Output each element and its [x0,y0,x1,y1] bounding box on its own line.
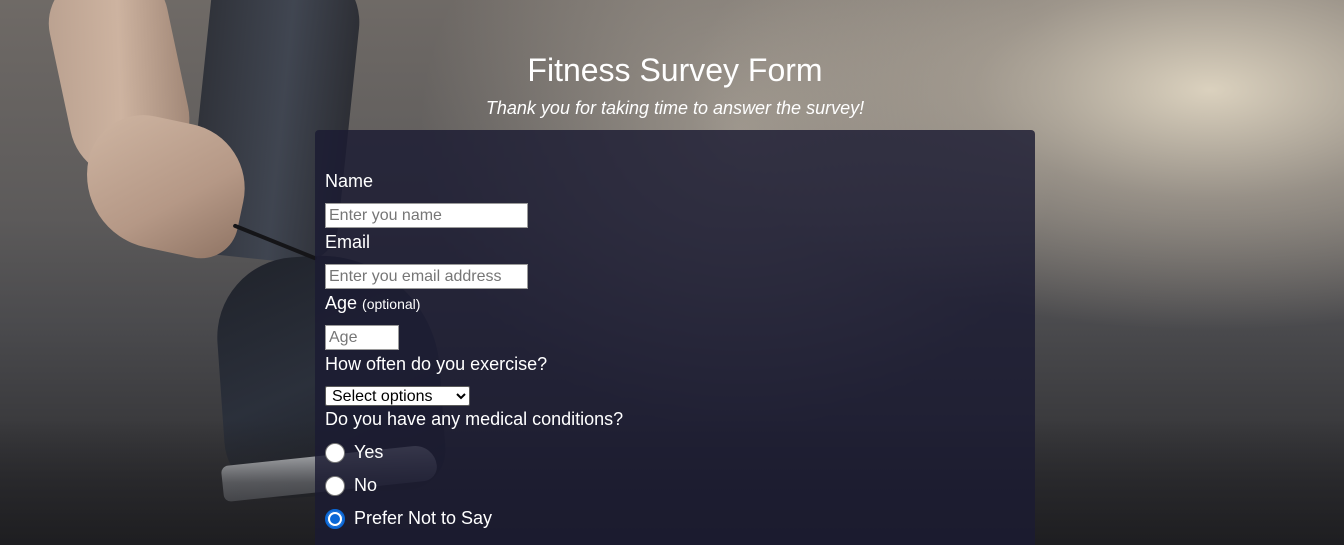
radio-yes-label: Yes [354,442,384,462]
name-input[interactable] [325,203,528,228]
age-input[interactable] [325,325,399,350]
age-optional-note: (optional) [362,296,421,312]
radio-no[interactable] [325,475,345,496]
email-label: Email [325,232,371,252]
page: Fitness Survey Form Thank you for taking… [0,0,1344,545]
radio-prefer-not-to-say[interactable] [325,508,345,529]
age-label: Age (optional) [325,293,420,314]
page-subtitle: Thank you for taking time to answer the … [485,98,865,118]
medical-option-no[interactable]: No [325,475,377,496]
medical-option-yes[interactable]: Yes [325,442,383,463]
medical-conditions-label: Do you have any medical conditions? [325,409,624,429]
exercise-frequency-label: How often do you exercise? [325,354,548,374]
background-shoelace [232,223,318,261]
radio-no-label: No [354,475,378,495]
exercise-frequency-select[interactable]: Select options [325,386,470,406]
age-label-text: Age [325,293,358,313]
radio-prefer-not-to-say-label: Prefer Not to Say [354,508,493,528]
survey-form: Name Email Age (optional) How often do y… [315,130,1035,545]
name-label: Name [325,171,374,191]
medical-option-prefer-not-to-say[interactable]: Prefer Not to Say [325,508,492,529]
radio-yes[interactable] [325,442,345,463]
background-hand [73,104,257,266]
page-title: Fitness Survey Form [527,52,823,88]
background-arm [39,0,201,191]
email-input[interactable] [325,264,528,289]
